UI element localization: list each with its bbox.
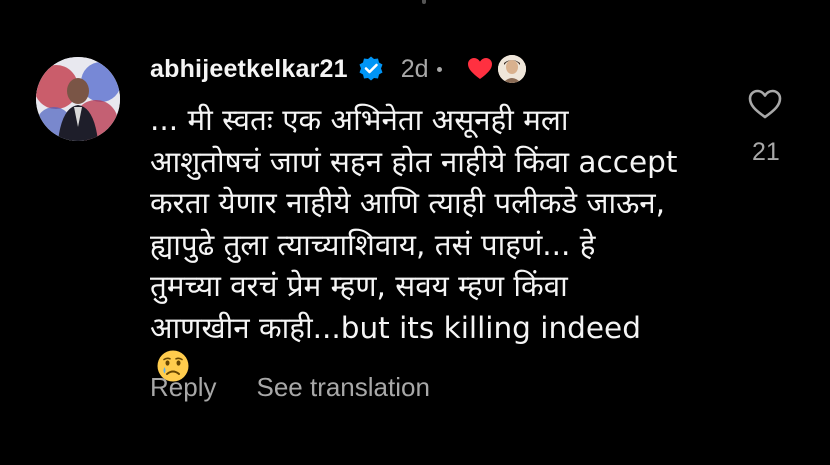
heart-outline-icon[interactable] [745,84,785,124]
comment-line: तुमच्या वरचं प्रेम म्हण, सवय म्हण किंवा [150,269,568,303]
see-translation-button[interactable]: See translation [256,372,429,403]
red-heart-icon [466,55,494,83]
top-divider-stub [422,0,426,4]
comment-actions: Reply See translation [150,372,430,403]
verified-badge-icon [357,55,385,83]
comment-line: ह्यापुढे तुला त्याच्याशिवाय, तसं पाहणं..… [150,227,596,262]
comment-line: करता येणार नाहीये आणि त्याही पलीकडे जाऊन… [150,186,666,220]
avatar[interactable] [36,57,120,141]
comment-line: ... मी स्वतः एक अभिनेता असूनही मला [150,103,569,137]
comment-age: 2d [400,54,429,83]
like-count: 21 [752,138,780,166]
comment-header: abhijeetkelkar21 2d [150,52,526,86]
creator-avatar [497,55,526,83]
comment-line: आशुतोषचं जाणं सहन होत नाहीये किंवा accep… [150,144,678,179]
reply-button[interactable]: Reply [150,372,216,403]
comment-text: ... मी स्वतः एक अभिनेता असूनही मला आशुतो… [150,100,730,383]
username[interactable]: abhijeetkelkar21 [150,55,348,84]
comment-line: आणखीन काही...but its killing indeed [150,310,641,345]
avatar-image [36,57,120,141]
separator-dot [436,66,442,72]
